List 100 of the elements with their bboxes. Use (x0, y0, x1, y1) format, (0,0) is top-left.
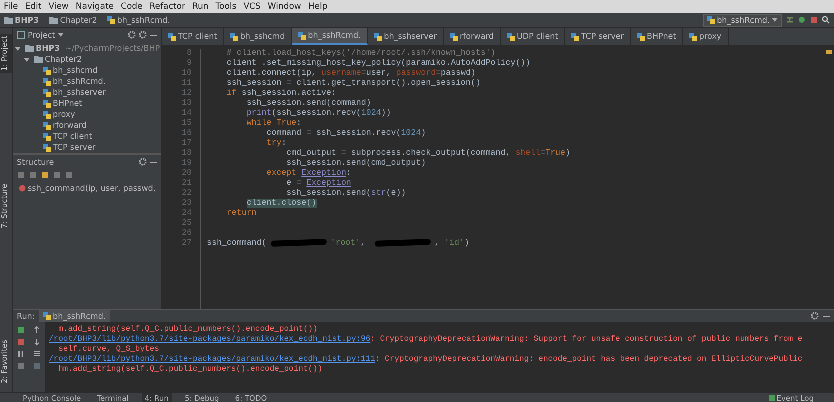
structure-item[interactable]: ssh_command(ip, user, passwd, (28, 184, 156, 193)
redaction-scribble (270, 238, 327, 247)
console-line: /root/BHP3/lib/python3.7/site-packages/paramiko/kex_ecdh_nist.py:111: CryptographyDeprecationWarning: encode_point has been deprecated on EllipticCurvePublic (49, 355, 804, 365)
method-icon (19, 185, 26, 192)
console-line: self.curve, Q_S_bytes (58, 345, 160, 355)
python-file-icon (230, 32, 238, 40)
line-number: 12 (181, 89, 192, 99)
python-file-icon (43, 312, 52, 320)
menu-item[interactable]: Run (192, 2, 209, 12)
line-number: 26 (181, 229, 192, 239)
tree-item[interactable]: bh_sshcmd (53, 66, 98, 75)
code-line: ssh_session = client.get_transport().open_session() (226, 79, 482, 89)
line-number: 17 (181, 139, 192, 149)
python-file-icon (571, 32, 580, 40)
code-line: ssh_session.send(str(e)) (286, 189, 408, 199)
editor-tab[interactable]: proxy (683, 28, 729, 45)
editor-tab[interactable]: UDP client (500, 28, 566, 45)
tree-item[interactable]: proxy (53, 110, 76, 119)
code-line: cmd_output = subprocess.check_output(command, shell=True) (286, 149, 570, 159)
code-line: except Exception: (266, 169, 352, 179)
panel-title[interactable]: Project (28, 30, 56, 40)
code-line: if ssh_session.active: (226, 89, 338, 99)
line-number: 14 (181, 109, 192, 119)
panel-title: Run: (17, 312, 36, 321)
settings-icon[interactable] (139, 31, 147, 39)
tree-item[interactable]: bh_sshRcmd. (53, 77, 106, 86)
line-number: 24 (181, 209, 192, 219)
tree-item[interactable]: bh_sshserver (53, 88, 106, 97)
build-icon[interactable] (786, 16, 794, 24)
editor-tab[interactable]: TCP server (565, 28, 632, 45)
up-arrow-icon[interactable] (33, 326, 41, 334)
console-line: hm.add_string(self.Q_C.public_numbers().encode_point()) (58, 365, 324, 376)
menu-item[interactable]: File (4, 2, 18, 12)
code-line: print(ssh_session.recv(1024)) (246, 109, 392, 119)
code-line: while True: (246, 119, 303, 129)
tree-item[interactable]: BHP3 (36, 44, 60, 53)
python-file-icon (637, 32, 646, 40)
console-line: /root/BHP3/lib/python3.7/site-packages/paramiko/kex_ecdh_nist.py:96: CryptographyDeprecationWarning: Support for unsafe construction of public numbers from e (49, 335, 804, 345)
settings-icon[interactable] (139, 158, 147, 166)
dropdown-caret-icon[interactable] (772, 17, 778, 23)
redaction-scribble (374, 238, 431, 247)
code-line: client.connect(ip, username=user, password=passwd) (226, 69, 477, 79)
run-tab[interactable]: bh_sshRcmd. (39, 310, 110, 322)
menu-item[interactable]: View (48, 2, 69, 12)
stop-icon[interactable] (810, 16, 818, 24)
code-line: client .set_missing_host_key_policy(paramiko.AutoAddPolicy()) (226, 59, 532, 69)
python-file-icon (298, 32, 306, 40)
run-icon[interactable] (798, 16, 806, 24)
folder-icon (49, 16, 58, 24)
code-line: command = ssh_session.recv(1024) (266, 129, 428, 139)
code-line: ssh_session.send(cmd_output) (286, 159, 428, 169)
stop-icon[interactable] (17, 338, 25, 346)
python-file-icon (168, 32, 176, 40)
settings-icon[interactable] (811, 312, 819, 320)
editor-tab[interactable]: TCP client (162, 28, 224, 45)
menu-item[interactable]: Navigate (76, 2, 114, 12)
soft-wrap-icon[interactable] (33, 350, 41, 358)
dropdown-caret-icon[interactable] (58, 32, 64, 38)
console-line: m.add_string(self.Q_C.public_numbers().encode_point()) (58, 325, 319, 335)
code-line: # client.load_host_keys('/home/root/.ssh/known_hosts') (226, 49, 497, 59)
expand-arrow-icon[interactable] (24, 56, 30, 62)
editor-tab[interactable]: bh_sshRcmd. (292, 28, 368, 45)
tree-item[interactable]: TCP server (53, 143, 96, 152)
menu-item[interactable]: Code (121, 2, 143, 12)
tree-item[interactable]: Chapter2 (45, 55, 82, 64)
editor-tab[interactable]: rforward (444, 28, 501, 45)
editor-tab[interactable]: BHPnet (631, 28, 684, 45)
pause-icon[interactable] (17, 350, 25, 358)
tree-item[interactable]: BHPnet (53, 99, 82, 108)
menu-item[interactable]: Window (268, 2, 302, 12)
folder-icon (4, 16, 13, 24)
line-number: 16 (181, 129, 192, 139)
breadcrumb[interactable]: Chapter2 (60, 16, 98, 24)
menu-item[interactable]: Help (308, 2, 328, 12)
line-number: 13 (181, 99, 192, 109)
run-configuration-dropdown[interactable]: bh_sshRcmd. (703, 14, 782, 26)
line-number: 22 (181, 189, 192, 199)
search-icon[interactable] (822, 16, 830, 24)
tree-item[interactable]: rforward (53, 121, 87, 130)
folder-path: ~/PycharmProjects/BHP (65, 44, 160, 53)
menu-item[interactable]: Refactor (150, 2, 186, 12)
breadcrumb[interactable]: BHP3 (15, 16, 40, 24)
file-link[interactable]: /root/BHP3/lib/python3.7/site-packages/paramiko/kex_ecdh_nist.py:96 (49, 335, 371, 344)
breadcrumb[interactable]: bh_sshRcmd. (117, 16, 170, 24)
python-file-icon (506, 32, 515, 40)
menu-item[interactable]: Edit (25, 2, 42, 12)
menu-item[interactable]: VCS (244, 2, 261, 12)
file-link[interactable]: /root/BHP3/lib/python3.7/site-packages/paramiko/kex_ecdh_nist.py:111 (49, 355, 376, 364)
tree-item[interactable]: TCP client (53, 132, 92, 141)
python-file-icon (107, 16, 116, 24)
line-number: 23 (181, 199, 192, 209)
line-number: 21 (181, 179, 192, 189)
expand-arrow-icon[interactable] (15, 46, 21, 52)
editor-tab[interactable]: bh_sshserver (368, 28, 444, 45)
line-number: 25 (181, 219, 192, 229)
python-file-icon (689, 32, 698, 40)
panel-title: Structure (17, 158, 54, 166)
menu-item[interactable]: Tools (216, 2, 237, 12)
python-file-icon (707, 16, 716, 24)
down-arrow-icon[interactable] (33, 338, 41, 346)
